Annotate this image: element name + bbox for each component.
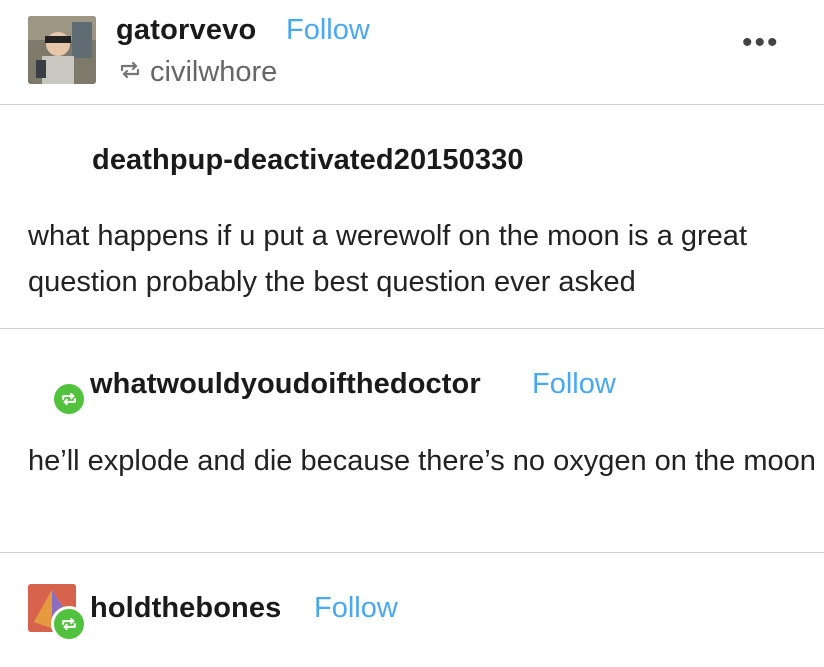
post-author[interactable]: whatwouldyoudoifthedoctor xyxy=(90,368,481,401)
post-text: he’ll explode and die because there’s no… xyxy=(28,445,816,477)
follow-button[interactable]: Follow xyxy=(314,592,398,625)
username[interactable]: gatorvevo xyxy=(116,14,256,47)
more-options-icon[interactable]: ••• xyxy=(742,26,780,60)
post-author[interactable]: holdthebones xyxy=(90,592,281,625)
divider xyxy=(0,104,824,105)
user-avatar[interactable] xyxy=(28,16,96,84)
divider xyxy=(0,328,824,329)
reblog-badge-icon xyxy=(51,381,87,417)
reblog-icon xyxy=(118,56,142,89)
follow-button[interactable]: Follow xyxy=(286,14,370,47)
divider xyxy=(0,552,824,553)
reblogged-from[interactable]: civilwhore xyxy=(118,56,277,89)
reblogged-from-name: civilwhore xyxy=(150,56,278,88)
reblog-badge-icon xyxy=(51,606,87,642)
post-text: what happens if u put a werewolf on the … xyxy=(28,220,747,298)
follow-button[interactable]: Follow xyxy=(532,368,616,401)
post-author[interactable]: deathpup-deactivated20150330 xyxy=(92,144,524,177)
